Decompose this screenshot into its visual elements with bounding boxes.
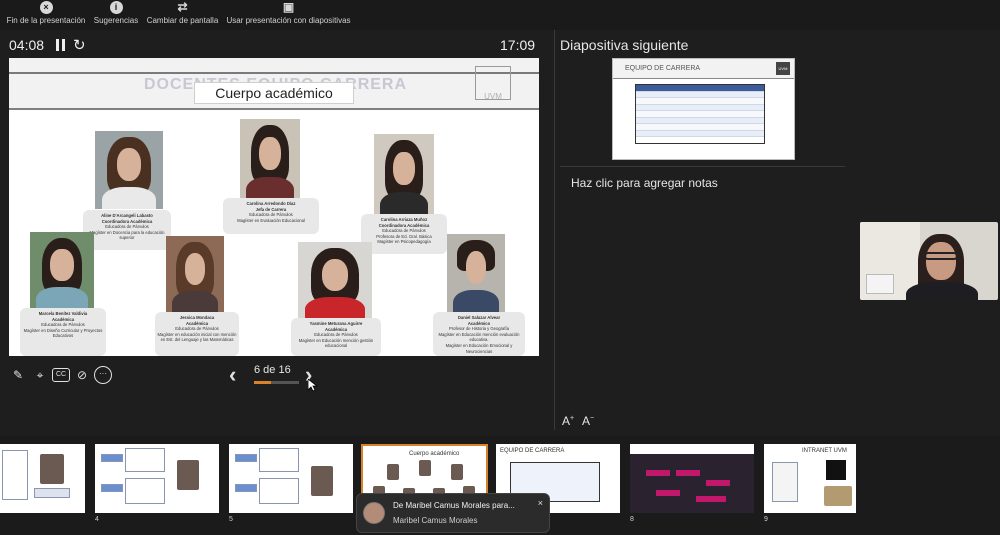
thumb-number: 9 [764, 516, 768, 523]
person-photo [298, 242, 372, 318]
end-show-button[interactable]: × Fin de la presentación [5, 1, 87, 29]
thumb-number: 8 [630, 516, 634, 523]
next-slide-logo: UVM [776, 62, 790, 75]
camera-off-icon[interactable]: ⊘ [73, 366, 91, 384]
thumb-number: 5 [229, 516, 233, 523]
switch-screen-label: Cambiar de pantalla [146, 16, 219, 25]
table-row [636, 130, 764, 137]
notes-divider [560, 166, 845, 167]
slide-progress-fill [254, 381, 271, 384]
decrease-font-button[interactable]: A− [582, 414, 594, 428]
filmstrip-thumb[interactable] [229, 444, 353, 513]
person-line: Magíster en Evaluación Educacional [237, 217, 305, 223]
webcam-printer [866, 274, 894, 294]
person-photo [240, 119, 300, 199]
use-slideshow-button[interactable]: ▣ Usar presentación con diapositivas [225, 1, 352, 29]
person-caption: Yasmine Meturana Aguirre Académica Educa… [291, 318, 381, 356]
more-icon[interactable]: ··· [94, 366, 112, 384]
person-line: Magíster en Diseño Curricular y Proyecto… [23, 327, 103, 339]
increase-font-label: A [562, 414, 571, 428]
presenter-toolbar: × Fin de la presentación i Sugerencias ⇄… [0, 0, 1000, 30]
thumb-title: INTRANET UVM [802, 448, 847, 454]
slide-counter: 6 de 16 [254, 364, 291, 376]
thumb-title: EQUIPO DE CARRERA [500, 448, 565, 454]
cc-icon[interactable]: CC [52, 368, 70, 382]
tips-button[interactable]: i Sugerencias [92, 1, 140, 29]
person-line: Magíster en Educación mención gestión ed… [298, 337, 374, 349]
person-caption: Aline D'Arcangeli Labasto Coordinadora A… [83, 210, 171, 250]
person-caption: Carolina Arredondo Díaz Jefa de Carrera … [223, 198, 319, 234]
notes-area[interactable]: Haz clic para agregar notas [571, 176, 718, 190]
slide-progress [254, 381, 299, 384]
next-slide-title: EQUIPO DE CARRERA [625, 65, 701, 72]
person-line: Magíster en Educación mención evaluación… [438, 331, 520, 343]
next-slide-header: EQUIPO DE CARRERA UVM [613, 59, 794, 79]
person-caption: Carolina Arriaza Muñoz Coordinadora Acad… [361, 214, 447, 254]
thumb-title: Cuerpo académico [409, 451, 460, 457]
chevron-left-icon[interactable]: ‹ [229, 362, 236, 388]
header-bar [9, 72, 539, 74]
cc-label: CC [55, 371, 67, 378]
pane-divider[interactable] [554, 30, 555, 430]
decrease-font-label: A [582, 414, 591, 428]
person-line: Magíster en Docencia para la educación s… [89, 229, 165, 241]
pen-icon[interactable]: ✎ [9, 366, 27, 384]
notification-sender: Maribel Camus Morales [393, 516, 478, 525]
next-slide-preview[interactable]: EQUIPO DE CARRERA UVM [612, 58, 795, 160]
filmstrip-thumb[interactable] [0, 444, 85, 513]
close-icon[interactable]: × [538, 498, 543, 508]
person-line: Magíster en educación inicial con menció… [157, 331, 237, 343]
next-slide-table [635, 84, 765, 144]
person-photo [30, 232, 94, 308]
current-slide[interactable]: DOCENTES EQUIPO CARRERA UVM Cuerpo acadé… [9, 58, 539, 356]
slide-logo: UVM [475, 66, 511, 101]
thumb-number: 4 [95, 516, 99, 523]
close-circle-icon: × [39, 1, 53, 14]
info-icon: i [109, 1, 123, 14]
avatar [363, 502, 385, 524]
next-slide-label: Diapositiva siguiente [560, 37, 689, 53]
end-show-label: Fin de la presentación [6, 16, 86, 25]
webcam-shirt [906, 282, 978, 300]
elapsed-timer: 04:08 [9, 37, 45, 53]
person-photo [95, 131, 163, 209]
person-photo [374, 134, 434, 214]
reset-icon[interactable]: ↻ [73, 36, 86, 54]
person-line: Magíster en Educación Emocional y Neuroc… [445, 342, 513, 354]
switch-screen-button[interactable]: ⇄ Cambiar de pantalla [145, 1, 220, 29]
slide-title: Cuerpo académico [194, 82, 354, 104]
slides-icon: ▣ [282, 0, 295, 14]
clock: 17:09 [500, 37, 536, 53]
webcam-face [926, 242, 956, 280]
person-caption: Daniel Salazar Alvear Académico Profesor… [433, 312, 525, 356]
use-slideshow-label: Usar presentación con diapositivas [226, 16, 351, 25]
tips-label: Sugerencias [93, 16, 139, 25]
pointer-icon[interactable]: ⌖ [31, 366, 49, 384]
person-caption: Jessica Mondaca Académica Educadora de P… [155, 312, 239, 356]
webcam-glasses [924, 252, 958, 260]
mouse-cursor-icon [308, 379, 317, 392]
person-caption: Marcela Benítez Valdivia Académica Educa… [20, 308, 106, 356]
increase-font-button[interactable]: A+ [562, 414, 574, 428]
person-photo [166, 236, 224, 312]
switch-icon: ⇄ [177, 0, 188, 14]
person-line: Magíster en Psicopedagogía [377, 239, 431, 245]
chat-notification[interactable]: De Maribel Camus Morales para... Maribel… [356, 493, 550, 533]
webcam-tile[interactable] [860, 222, 998, 300]
filmstrip-thumb[interactable] [630, 444, 754, 513]
pause-icon[interactable] [56, 39, 66, 51]
person-photo [447, 234, 505, 312]
filmstrip-thumb[interactable] [95, 444, 219, 513]
filmstrip-thumb[interactable]: INTRANET UVM [764, 444, 856, 513]
notification-header: De Maribel Camus Morales para... [393, 501, 515, 510]
